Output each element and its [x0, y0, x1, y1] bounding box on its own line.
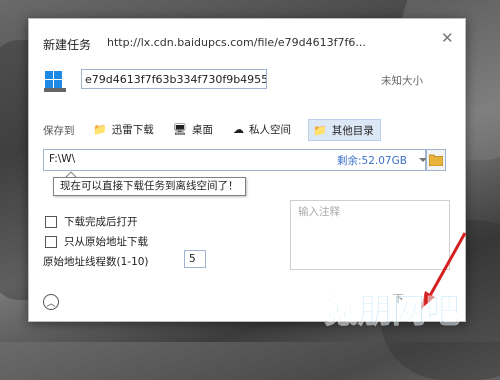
- path-value: F:\W\: [49, 153, 76, 165]
- location-label: 其他目录: [331, 124, 374, 137]
- expand-button[interactable]: ︿: [43, 294, 59, 310]
- folder-icon: 📁: [93, 122, 107, 136]
- folder-icon: 📁: [313, 123, 327, 137]
- tooltip: 现在可以直接下载任务到离线空间了！: [53, 177, 246, 196]
- location-private-space[interactable]: ☁ 私人空间: [233, 119, 291, 139]
- checkbox[interactable]: [45, 215, 57, 228]
- thread-count-input[interactable]: 5: [184, 250, 206, 268]
- save-to-label: 保存到: [43, 125, 75, 137]
- open-after-download-option[interactable]: 下载完成后打开: [45, 214, 138, 229]
- note-placeholder: 输入注释: [298, 206, 340, 218]
- option-label: 只从原始地址下载: [64, 236, 148, 248]
- thread-count-label: 原始地址线程数(1-10): [43, 256, 149, 268]
- task-url: http://lx.cdn.baidupcs.com/file/e79d4613…: [107, 36, 366, 49]
- close-button[interactable]: ✕: [441, 29, 454, 47]
- location-xunlei[interactable]: 📁 迅雷下载: [93, 119, 154, 139]
- watermark: 氪朋网吧: [324, 291, 461, 332]
- origin-only-option[interactable]: 只从原始地址下载: [45, 234, 148, 249]
- free-space: 剩余:52.07GB: [337, 155, 407, 167]
- location-other-dir[interactable]: 📁 其他目录: [308, 119, 381, 141]
- browse-folder-button[interactable]: [426, 149, 446, 171]
- file-icon: [43, 69, 67, 93]
- new-task-dialog: 新建任务 http://lx.cdn.baidupcs.com/file/e79…: [28, 18, 467, 322]
- chevron-up-icon: ︿: [46, 298, 56, 309]
- folder-icon: [429, 154, 443, 166]
- desktop-icon: 🖥: [173, 122, 187, 136]
- dialog-title: 新建任务: [43, 38, 92, 52]
- checkbox[interactable]: [45, 235, 57, 248]
- location-label: 私人空间: [249, 123, 291, 136]
- option-label: 下载完成后打开: [64, 216, 138, 228]
- location-label: 桌面: [191, 123, 213, 136]
- private-space-icon: ☁: [233, 122, 244, 136]
- location-label: 迅雷下载: [111, 123, 154, 136]
- filename-field[interactable]: e79d4613f7f63b334f730f9b49557fd3: [81, 69, 267, 89]
- location-desktop[interactable]: 🖥 桌面: [173, 119, 213, 139]
- file-size: 未知大小: [381, 75, 423, 87]
